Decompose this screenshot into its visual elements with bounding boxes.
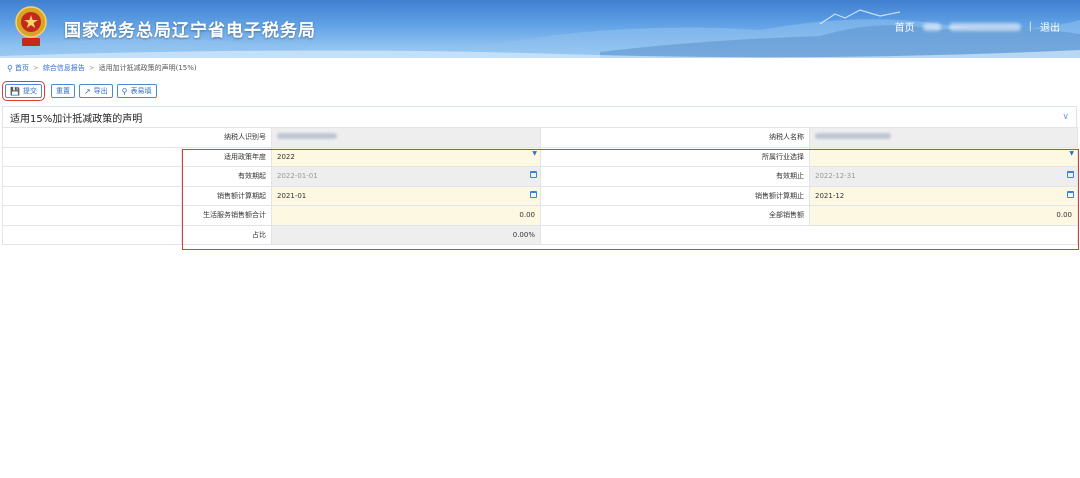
table-fill-label: 表易填 <box>130 87 152 95</box>
sales-start-value: 2021-01 <box>277 191 307 200</box>
submit-label: 提交 <box>22 87 37 95</box>
total-sales-input[interactable]: 0.00 <box>809 205 1078 226</box>
policy-year-label: 适用政策年度 <box>181 146 272 167</box>
site-header: 国家税务总局辽宁省电子税务局 首页 | 退出 <box>0 0 1080 58</box>
calendar-icon[interactable] <box>530 171 537 178</box>
valid-to-value: 2022-12-31 <box>815 172 856 181</box>
sales-end-field[interactable]: 2021-12 <box>809 185 1078 206</box>
sales-start-field[interactable]: 2021-01 <box>271 185 541 206</box>
calendar-icon[interactable] <box>530 190 537 198</box>
panel-header: 适用15%加计抵减政策的声明 ∨ <box>2 106 1077 127</box>
breadcrumb: ⚲ 首页 > 综合信息报告 > 适用加计抵减政策的声明(15%) <box>7 62 197 74</box>
life-service-sales-label: 生活服务销售额合计 <box>181 205 272 226</box>
industry-label: 所属行业选择 <box>540 146 810 167</box>
calendar-icon[interactable] <box>1067 171 1074 178</box>
sales-end-value: 2021-12 <box>815 191 845 200</box>
breadcrumb-home[interactable]: 首页 <box>15 63 29 73</box>
blurred-company-name <box>948 22 1021 31</box>
submit-button[interactable]: 💾 提交 <box>2 81 45 101</box>
empty-cell <box>540 224 1078 245</box>
nav-separator: | <box>1028 21 1032 32</box>
taxpayer-id-value <box>271 127 541 148</box>
ratio-label: 占比 <box>181 224 272 245</box>
form-row: 纳税人识别号 纳税人名称 <box>2 127 1078 148</box>
breadcrumb-arrow-icon: > <box>32 64 39 72</box>
total-sales-label: 全部销售额 <box>540 205 810 226</box>
valid-from-label: 有效期起 <box>181 166 272 187</box>
home-link[interactable]: 首页 <box>895 19 915 34</box>
breadcrumb-current: 适用加计抵减政策的声明(15%) <box>98 64 197 72</box>
valid-to-field: 2022-12-31 <box>809 166 1078 187</box>
chevron-down-icon[interactable]: ∨ <box>1062 112 1069 122</box>
taxpayer-name-value <box>809 127 1078 148</box>
location-pin-icon: ⚲ <box>7 63 13 73</box>
ratio-value: 0.00% <box>271 224 541 245</box>
policy-year-select[interactable]: 2022 ▼ <box>271 146 541 167</box>
blurred-user-region <box>922 22 941 31</box>
taxpayer-id-label: 纳税人识别号 <box>2 127 272 148</box>
form-row: 有效期起 2022-01-01 有效期止 2022-12-31 <box>2 166 1078 187</box>
top-nav: 首页 | 退出 <box>895 19 1060 34</box>
dropdown-arrow-icon[interactable]: ▼ <box>532 150 537 157</box>
declaration-form: 纳税人识别号 纳税人名称 适用政策年度 2022 ▼ 所属行业选择 ▼ 有效期起… <box>2 127 1078 245</box>
industry-select[interactable]: ▼ <box>809 146 1078 167</box>
form-row: 适用政策年度 2022 ▼ 所属行业选择 ▼ <box>2 146 1078 167</box>
save-icon: 💾 <box>10 86 20 96</box>
calendar-icon[interactable] <box>1067 190 1074 198</box>
search-icon: ⚲ <box>121 86 128 96</box>
form-row: 销售额计算期起 2021-01 销售额计算期止 2021-12 <box>2 185 1078 206</box>
toolbar: 💾 提交 重置 ↗ 导出 ⚲ 表易填 <box>2 81 161 101</box>
reset-label: 重置 <box>55 87 70 95</box>
export-button[interactable]: ↗ 导出 <box>78 84 113 98</box>
valid-from-field: 2022-01-01 <box>271 166 541 187</box>
life-service-sales-input[interactable]: 0.00 <box>271 205 541 226</box>
sales-end-label: 销售额计算期止 <box>540 185 810 206</box>
site-title: 国家税务总局辽宁省电子税务局 <box>64 21 316 41</box>
logout-link[interactable]: 退出 <box>1040 19 1060 34</box>
table-fill-button[interactable]: ⚲ 表易填 <box>116 84 157 98</box>
panel-title: 适用15%加计抵减政策的声明 <box>10 113 143 125</box>
sales-start-label: 销售额计算期起 <box>181 185 272 206</box>
breadcrumb-section[interactable]: 综合信息报告 <box>43 63 85 73</box>
policy-year-value: 2022 <box>277 152 295 161</box>
export-icon: ↗ <box>83 86 91 96</box>
national-emblem-icon <box>15 6 47 46</box>
valid-from-value: 2022-01-01 <box>277 172 318 181</box>
reset-button[interactable]: 重置 <box>50 84 75 98</box>
taxpayer-name-label: 纳税人名称 <box>540 127 810 148</box>
form-row: 占比 0.00% <box>2 224 1078 245</box>
valid-to-label: 有效期止 <box>540 166 810 187</box>
export-label: 导出 <box>93 87 108 95</box>
form-row: 生活服务销售额合计 0.00 全部销售额 0.00 <box>2 205 1078 226</box>
dropdown-arrow-icon[interactable]: ▼ <box>1069 150 1074 157</box>
breadcrumb-arrow-icon: > <box>88 64 95 72</box>
